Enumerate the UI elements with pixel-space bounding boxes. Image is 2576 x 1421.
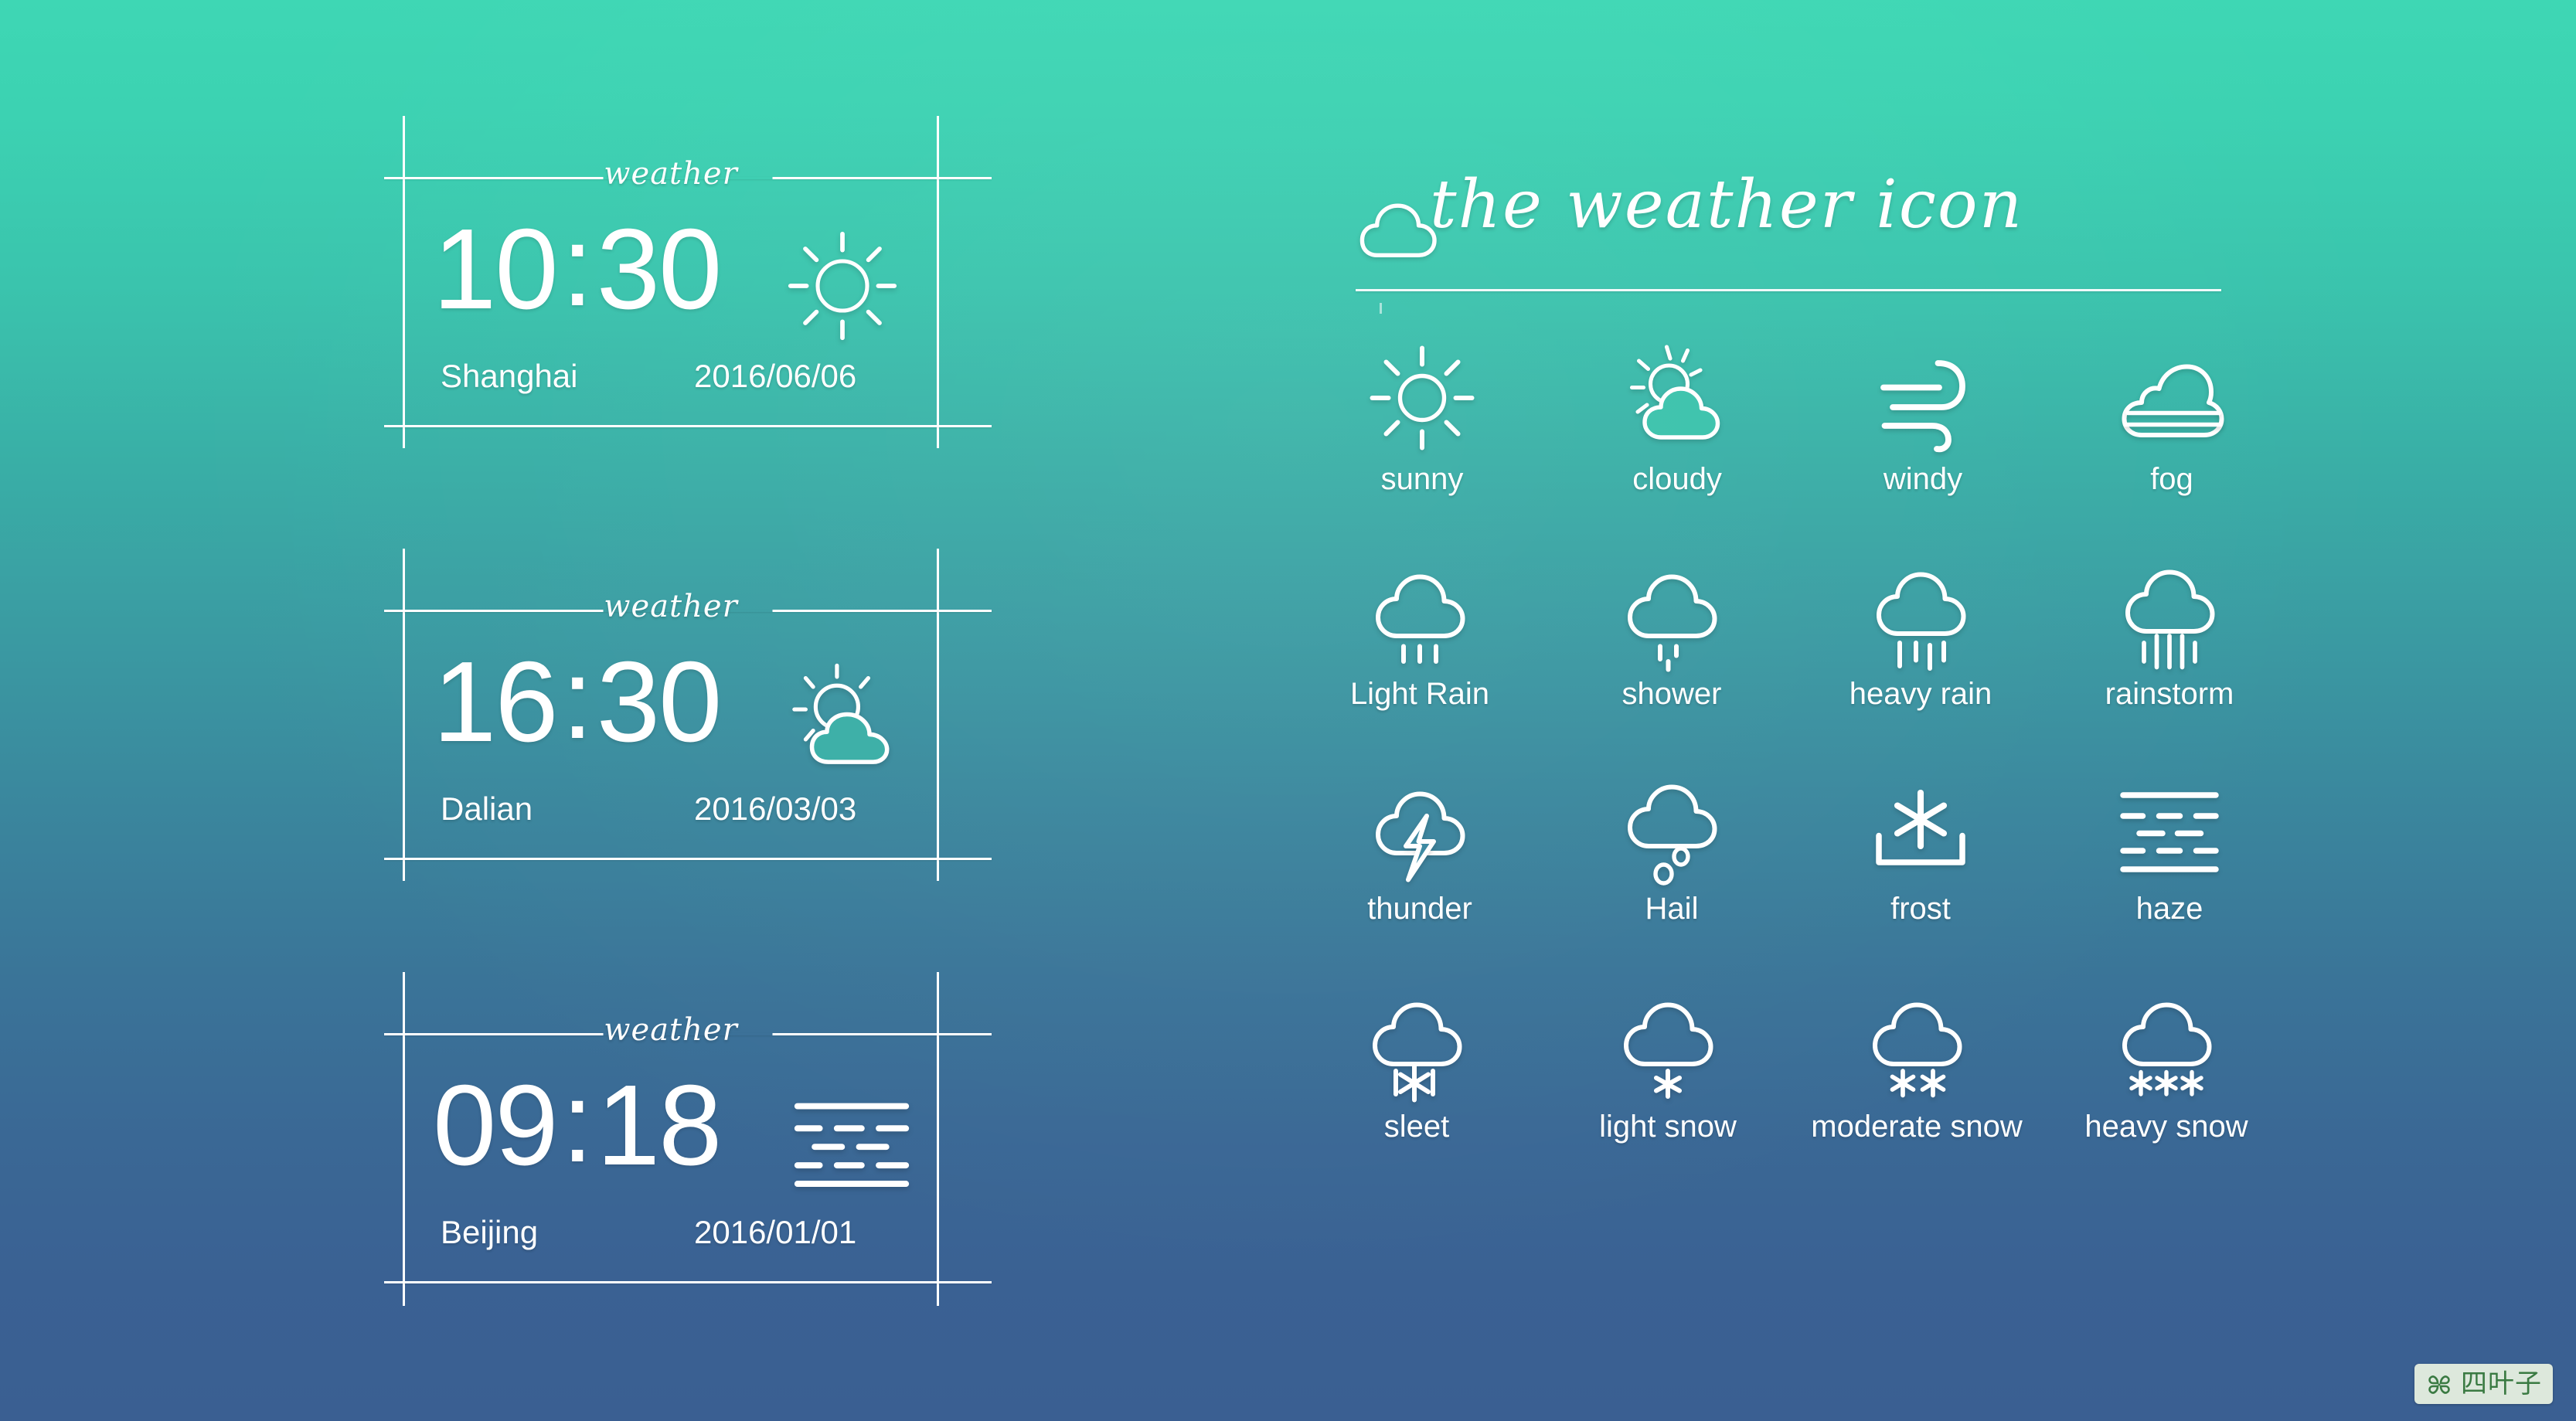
card-time-colon: : <box>561 1059 594 1186</box>
card-time-hours: 16 <box>433 638 559 766</box>
icon-cell-rainstorm[interactable]: rainstorm <box>2042 547 2297 709</box>
card-time-minutes: 18 <box>596 1062 723 1189</box>
moderate-snow-icon <box>1789 980 2044 1111</box>
card-weather-icon-haze <box>790 1099 914 1190</box>
card-frame-rule-bottom <box>384 425 992 427</box>
icon-cell-frost[interactable]: frost <box>1793 762 2048 924</box>
card-city: Beijing <box>441 1214 539 1250</box>
card-time: 09:18 <box>433 1066 722 1183</box>
icon-cell-light-snow[interactable]: light snow <box>1540 980 1795 1142</box>
icon-caption: shower <box>1621 677 1722 711</box>
icon-caption: frost <box>1890 892 1951 926</box>
clover-icon <box>2425 1370 2453 1398</box>
thunder-icon <box>1292 762 1547 893</box>
icon-caption: fog <box>2150 462 2193 496</box>
icon-caption: heavy snow <box>2084 1110 2248 1144</box>
card-weather-icon-sunny <box>781 224 904 348</box>
heavy-rain-icon <box>1793 547 2048 678</box>
weather-cards-column: weather 10:30 Shanghai 2016/06/06 weathe… <box>0 0 1097 1421</box>
weather-card[interactable]: weather 10:30 Shanghai 2016/06/06 <box>0 0 1097 479</box>
card-time-minutes: 30 <box>596 638 723 766</box>
icon-caption: heavy rain <box>1849 677 1992 711</box>
icon-caption: sunny <box>1380 462 1464 496</box>
card-time: 16:30 <box>433 642 722 760</box>
card-city: Dalian <box>441 790 533 827</box>
haze-icon <box>2042 762 2297 893</box>
heavy-snow-icon <box>2039 980 2294 1111</box>
icon-cell-sunny[interactable]: sunny <box>1295 332 1550 495</box>
card-time: 10:30 <box>433 209 722 327</box>
weather-icon-poster: weather 10:30 Shanghai 2016/06/06 weathe… <box>0 0 2576 1421</box>
cloudy-icon <box>1550 332 1805 464</box>
card-time-hours: 10 <box>433 206 559 333</box>
sheet-title-tick <box>1380 303 1382 314</box>
icon-caption: rainstorm <box>2105 677 2234 711</box>
rainstorm-icon <box>2042 547 2297 678</box>
card-time-colon: : <box>561 202 594 330</box>
windy-icon <box>1795 332 2050 464</box>
icon-cell-shower[interactable]: shower <box>1544 547 1799 709</box>
icon-caption: sleet <box>1383 1110 1450 1144</box>
icon-caption: windy <box>1883 462 1963 496</box>
icon-cell-cloudy[interactable]: cloudy <box>1550 332 1805 495</box>
card-city: Shanghai <box>441 358 578 394</box>
fog-icon <box>2044 332 2299 464</box>
sheet-title-underline <box>1356 289 2221 291</box>
card-weather-icon-cloudy <box>781 657 906 782</box>
icon-cell-hail[interactable]: Hail <box>1544 762 1799 924</box>
card-weather-tag: weather <box>604 1012 738 1048</box>
icon-sheet: the weather icon sunny cloudy windy fog … <box>1298 0 2504 1421</box>
icon-cell-thunder[interactable]: thunder <box>1292 762 1547 924</box>
card-time-minutes: 30 <box>596 206 723 333</box>
icon-cell-moderate-snow[interactable]: moderate snow <box>1789 980 2044 1142</box>
icon-cell-light-rain[interactable]: Light Rain <box>1292 547 1547 709</box>
light-rain-icon <box>1292 547 1547 678</box>
sunny-icon <box>1295 332 1550 464</box>
shower-icon <box>1544 547 1799 678</box>
icon-cell-windy[interactable]: windy <box>1795 332 2050 495</box>
icon-cell-fog[interactable]: fog <box>2044 332 2299 495</box>
card-time-colon: : <box>561 635 594 763</box>
icon-caption: thunder <box>1367 892 1472 926</box>
hail-icon <box>1544 762 1799 893</box>
watermark: 四叶子 <box>2414 1364 2553 1404</box>
card-frame-rule-bottom <box>384 1281 992 1283</box>
icon-caption: Light Rain <box>1349 677 1490 711</box>
frost-icon <box>1793 762 2048 893</box>
weather-card[interactable]: weather 09:18 Beijing 2016/01/01 <box>0 858 1097 1337</box>
icon-cell-haze[interactable]: haze <box>2042 762 2297 924</box>
card-time-hours: 09 <box>433 1062 559 1189</box>
card-weather-tag: weather <box>403 158 939 189</box>
card-weather-tag: weather <box>604 589 738 624</box>
icon-caption: Hail <box>1645 892 1699 926</box>
weather-card[interactable]: weather 16:30 Dalian 2016/03/03 <box>0 434 1097 913</box>
icon-cell-heavy-rain[interactable]: heavy rain <box>1793 547 2048 709</box>
watermark-text: 四叶子 <box>2461 1368 2542 1399</box>
icon-caption: moderate snow <box>1811 1110 2023 1144</box>
sheet-title: the weather icon <box>1430 166 2024 243</box>
icon-cell-heavy-snow[interactable]: heavy snow <box>2039 980 2294 1142</box>
icon-caption: cloudy <box>1632 462 1722 496</box>
sleet-icon <box>1289 980 1544 1111</box>
icon-caption: haze <box>2135 892 2203 926</box>
icon-caption: light snow <box>1599 1110 1737 1144</box>
light-snow-icon <box>1540 980 1795 1111</box>
icon-cell-sleet[interactable]: sleet <box>1289 980 1544 1142</box>
